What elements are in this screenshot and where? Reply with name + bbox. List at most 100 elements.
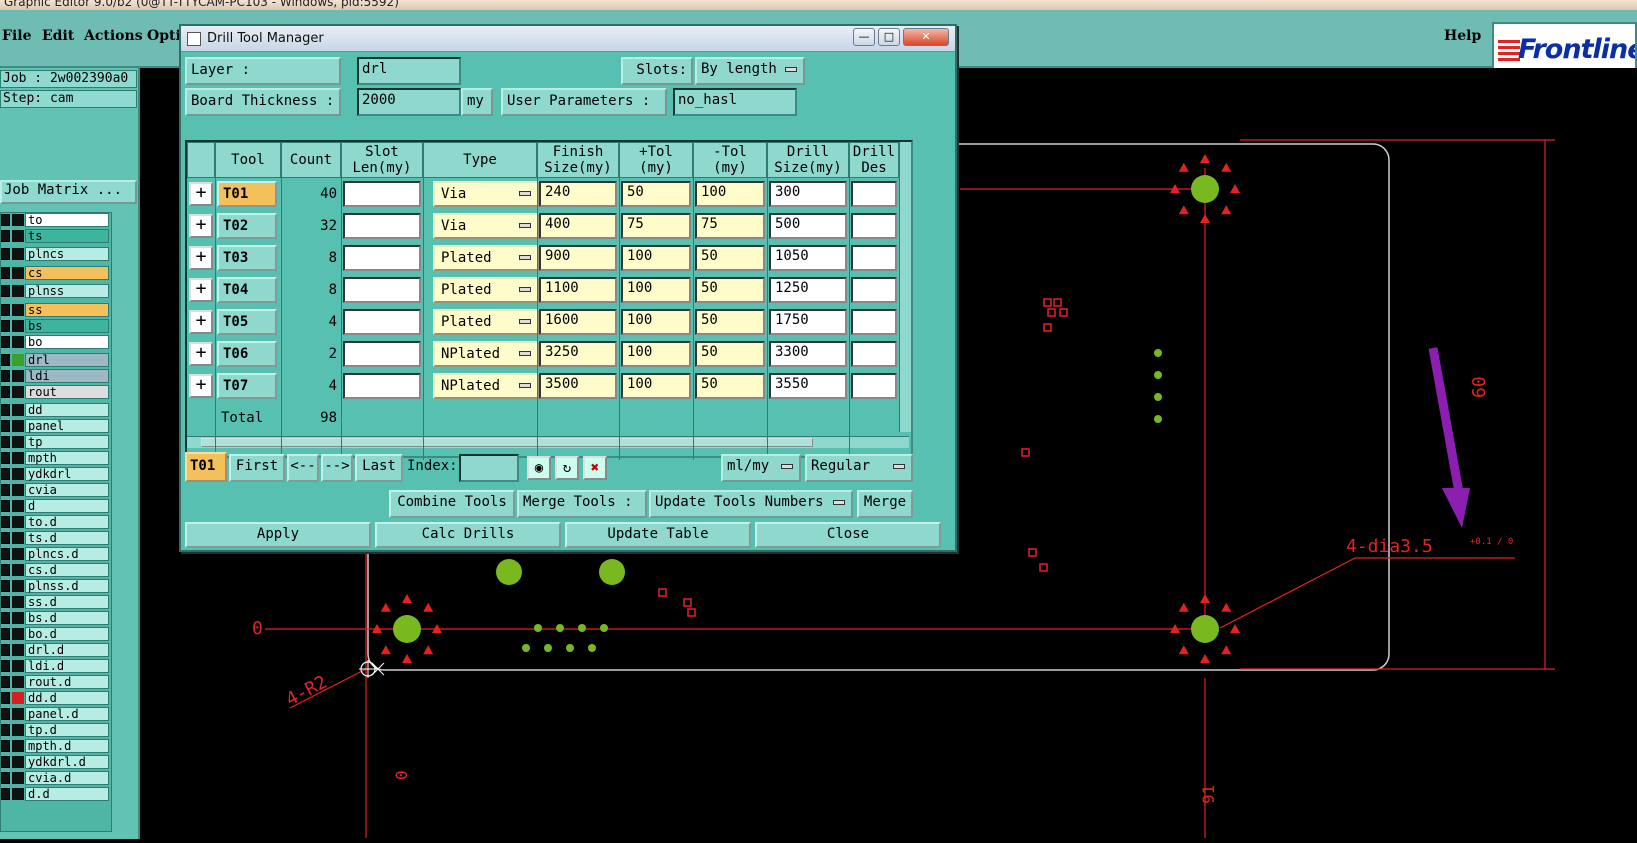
minus-tol-input[interactable]: 50 bbox=[695, 277, 765, 303]
drill-des-input[interactable] bbox=[851, 341, 897, 367]
merge-option[interactable]: Update Tools Numbers bbox=[649, 490, 853, 518]
layer-checkbox[interactable] bbox=[1, 336, 10, 348]
layer-checkbox[interactable] bbox=[1, 304, 10, 316]
layer-checkbox[interactable] bbox=[1, 612, 10, 624]
layer-checkbox[interactable] bbox=[1, 404, 10, 416]
layer-checkbox[interactable] bbox=[1, 564, 10, 576]
layer-row[interactable]: plncs bbox=[1, 247, 111, 261]
layer-checkbox[interactable] bbox=[1, 436, 10, 448]
layer-checkbox[interactable] bbox=[1, 500, 10, 512]
plus-tol-input[interactable]: 75 bbox=[621, 213, 691, 239]
expand-icon[interactable]: + bbox=[189, 214, 213, 238]
layer-row[interactable]: bo.d bbox=[1, 627, 111, 641]
finish-size-input[interactable]: 240 bbox=[539, 181, 617, 207]
layer-row[interactable]: ss bbox=[1, 303, 111, 317]
layer-row[interactable]: plnss bbox=[1, 284, 111, 298]
plus-tol-input[interactable]: 100 bbox=[621, 309, 691, 335]
slot-length-input[interactable] bbox=[343, 181, 421, 207]
plus-tol-input[interactable]: 100 bbox=[621, 277, 691, 303]
layer-row[interactable]: rout.d bbox=[1, 675, 111, 689]
plus-tol-input[interactable]: 100 bbox=[621, 341, 691, 367]
expand-icon[interactable]: + bbox=[189, 246, 213, 270]
layer-checkbox[interactable] bbox=[1, 320, 10, 332]
tool-button[interactable]: T02 bbox=[217, 213, 277, 239]
drill-des-input[interactable] bbox=[851, 373, 897, 399]
expand-icon[interactable]: + bbox=[189, 182, 213, 206]
merge-button[interactable]: Merge bbox=[857, 490, 913, 518]
layer-row[interactable]: tp.d bbox=[1, 723, 111, 737]
menu-options[interactable]: Opti bbox=[147, 28, 181, 44]
minus-tol-input[interactable]: 50 bbox=[695, 373, 765, 399]
layer-checkbox[interactable] bbox=[1, 370, 10, 382]
expand-icon[interactable]: + bbox=[189, 278, 213, 302]
slot-length-input[interactable] bbox=[343, 213, 421, 239]
layer-row[interactable]: ss.d bbox=[1, 595, 111, 609]
units-option[interactable]: ml/my bbox=[721, 454, 801, 482]
minus-tol-input[interactable]: 50 bbox=[695, 309, 765, 335]
layer-row[interactable]: rout bbox=[1, 385, 111, 399]
layer-checkbox[interactable] bbox=[1, 214, 10, 226]
finish-size-input[interactable]: 1600 bbox=[539, 309, 617, 335]
minus-tol-input[interactable]: 50 bbox=[695, 341, 765, 367]
layer-row[interactable]: tp bbox=[1, 435, 111, 449]
layer-checkbox[interactable] bbox=[1, 772, 10, 784]
layer-row[interactable]: ts.d bbox=[1, 531, 111, 545]
layer-checkbox[interactable] bbox=[1, 660, 10, 672]
type-option[interactable]: Via bbox=[433, 181, 539, 207]
layer-checkbox[interactable] bbox=[1, 676, 10, 688]
layer-checkbox[interactable] bbox=[1, 724, 10, 736]
finish-size-input[interactable]: 1100 bbox=[539, 277, 617, 303]
type-option[interactable]: Plated bbox=[433, 245, 539, 271]
finish-size-input[interactable]: 900 bbox=[539, 245, 617, 271]
drill-size-input[interactable]: 3300 bbox=[769, 341, 847, 367]
minimize-icon[interactable]: — bbox=[853, 28, 875, 46]
layer-checkbox[interactable] bbox=[1, 230, 10, 242]
menu-actions[interactable]: Actions bbox=[84, 28, 143, 44]
tool-button[interactable]: T01 bbox=[217, 181, 277, 207]
layer-checkbox[interactable] bbox=[1, 386, 10, 398]
layer-checkbox[interactable] bbox=[1, 740, 10, 752]
minus-tol-input[interactable]: 50 bbox=[695, 245, 765, 271]
next-button[interactable]: --> bbox=[321, 454, 353, 482]
last-button[interactable]: Last bbox=[355, 454, 403, 482]
layer-row[interactable]: to bbox=[1, 213, 111, 227]
slot-length-input[interactable] bbox=[343, 373, 421, 399]
update-table-button[interactable]: Update Table bbox=[565, 522, 751, 548]
close-button[interactable]: Close bbox=[755, 522, 941, 548]
mode-option[interactable]: Regular bbox=[805, 454, 913, 482]
tool-button[interactable]: T06 bbox=[217, 341, 277, 367]
drill-des-input[interactable] bbox=[851, 213, 897, 239]
slots-option[interactable]: By length bbox=[695, 57, 805, 85]
maximize-icon[interactable]: □ bbox=[878, 28, 900, 46]
layer-row[interactable]: drl.d bbox=[1, 643, 111, 657]
delete-icon[interactable]: ✖ bbox=[583, 456, 607, 480]
type-option[interactable]: NPlated bbox=[433, 341, 539, 367]
finish-size-input[interactable]: 3500 bbox=[539, 373, 617, 399]
tool-button[interactable]: T03 bbox=[217, 245, 277, 271]
tool-button[interactable]: T07 bbox=[217, 373, 277, 399]
layer-row[interactable]: bs.d bbox=[1, 611, 111, 625]
slot-length-input[interactable] bbox=[343, 277, 421, 303]
layer-checkbox[interactable] bbox=[1, 692, 10, 704]
layer-checkbox[interactable] bbox=[1, 644, 10, 656]
layer-row[interactable]: cvia.d bbox=[1, 771, 111, 785]
layer-row[interactable]: panel.d bbox=[1, 707, 111, 721]
drill-size-input[interactable]: 1750 bbox=[769, 309, 847, 335]
thickness-field[interactable]: 2000 bbox=[357, 88, 461, 116]
calc-drills-button[interactable]: Calc Drills bbox=[375, 522, 561, 548]
plus-tol-input[interactable]: 100 bbox=[621, 245, 691, 271]
plus-tol-input[interactable]: 100 bbox=[621, 373, 691, 399]
layer-checkbox[interactable] bbox=[1, 248, 10, 260]
layer-row[interactable]: cs bbox=[1, 266, 111, 280]
drill-size-input[interactable]: 3550 bbox=[769, 373, 847, 399]
refresh-icon[interactable]: ↻ bbox=[555, 456, 579, 480]
tool-button[interactable]: T04 bbox=[217, 277, 277, 303]
layer-checkbox[interactable] bbox=[1, 596, 10, 608]
layer-row[interactable]: cs.d bbox=[1, 563, 111, 577]
layer-row[interactable]: plnss.d bbox=[1, 579, 111, 593]
dialog-titlebar[interactable]: Drill Tool Manager bbox=[181, 26, 955, 52]
layer-checkbox[interactable] bbox=[1, 267, 10, 279]
layer-checkbox[interactable] bbox=[1, 468, 10, 480]
layer-checkbox[interactable] bbox=[1, 580, 10, 592]
layer-row[interactable]: ldi bbox=[1, 369, 111, 383]
